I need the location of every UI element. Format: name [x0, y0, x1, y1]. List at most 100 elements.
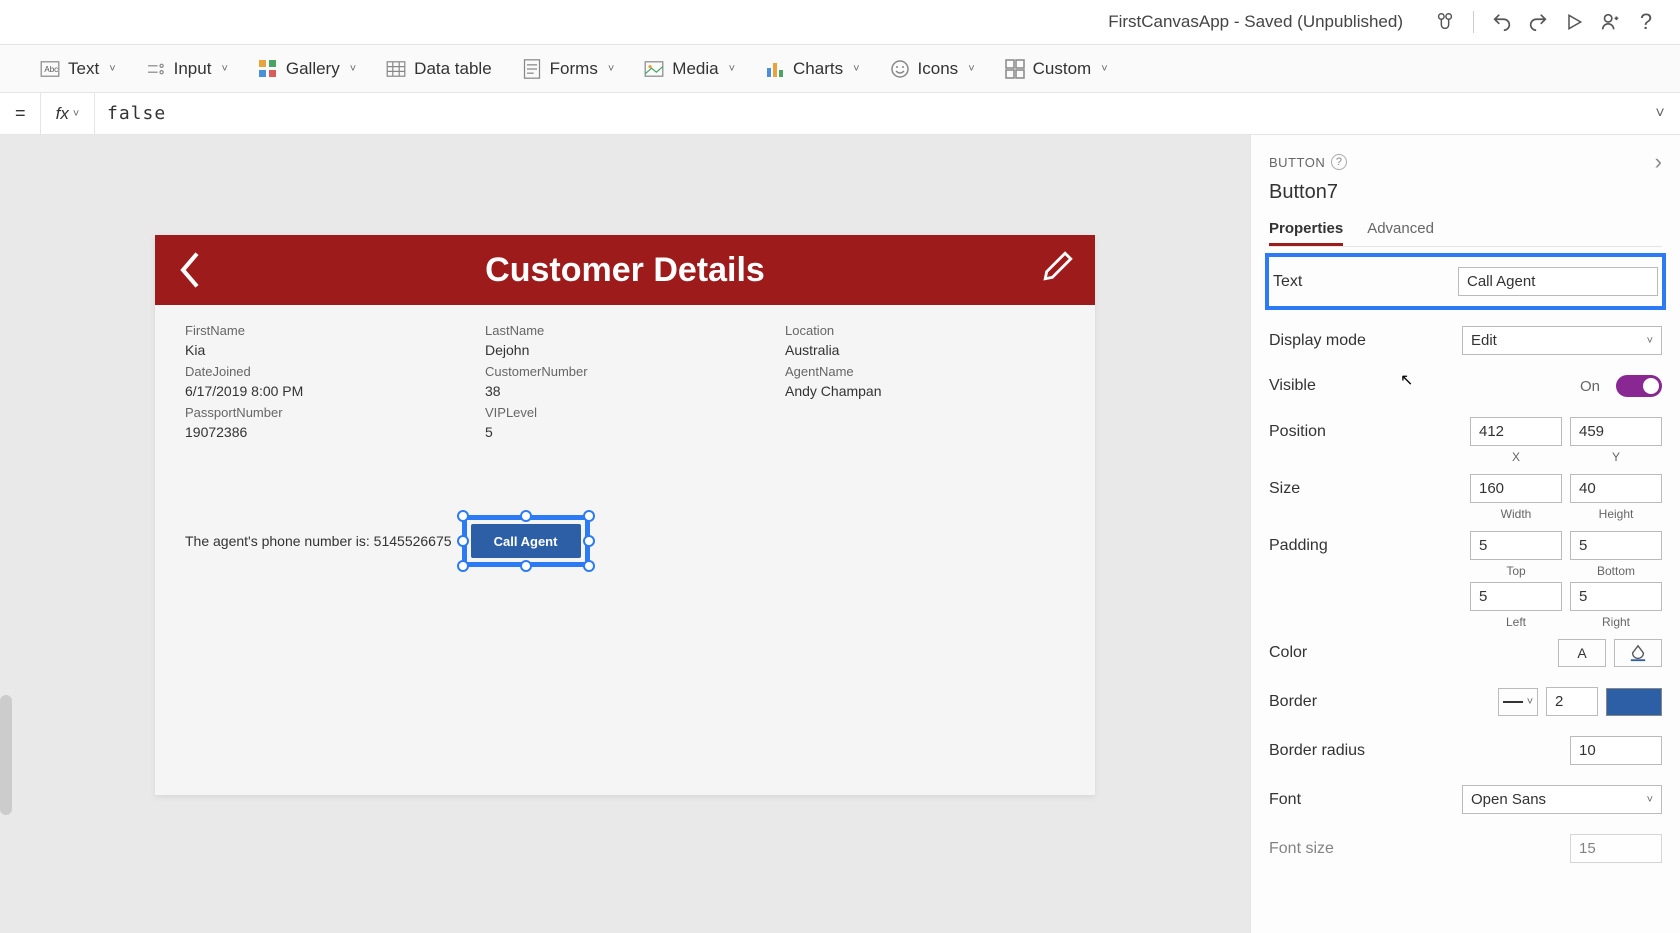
- color-label: Color: [1269, 644, 1307, 662]
- font-color-button[interactable]: A: [1558, 639, 1606, 667]
- font-size-input[interactable]: [1570, 834, 1662, 863]
- firstname-value: Kia: [185, 342, 465, 358]
- resize-handle[interactable]: [583, 510, 595, 522]
- resize-handle[interactable]: [583, 535, 595, 547]
- padding-label: Padding: [1269, 537, 1328, 555]
- formula-expand-icon[interactable]: ˅: [1640, 105, 1680, 123]
- prop-tabs: Properties Advanced: [1269, 214, 1662, 247]
- ribbon-gallery-label: Gallery: [286, 59, 340, 79]
- pad-right-input[interactable]: [1570, 582, 1662, 611]
- agentname-value: Andy Champan: [785, 383, 1065, 399]
- selected-control[interactable]: Call Agent: [462, 515, 590, 567]
- ribbon-media[interactable]: Media˅: [644, 59, 735, 79]
- passportnumber-label: PassportNumber: [185, 405, 465, 420]
- ribbon-charts-label: Charts: [793, 59, 843, 79]
- text-prop-label: Text: [1273, 273, 1302, 291]
- resize-handle[interactable]: [457, 560, 469, 572]
- height-input[interactable]: [1570, 474, 1662, 503]
- resize-handle[interactable]: [520, 510, 532, 522]
- ribbon-input-label: Input: [174, 59, 212, 79]
- visible-toggle[interactable]: [1616, 375, 1662, 397]
- right-sublabel: Right: [1570, 615, 1662, 629]
- ribbon-custom-label: Custom: [1033, 59, 1092, 79]
- agent-phone-text: The agent's phone number is: 5145526675: [185, 533, 452, 549]
- fill-color-button[interactable]: [1614, 639, 1662, 667]
- text-prop-input[interactable]: [1458, 267, 1658, 296]
- control-type: BUTTON ?: [1269, 154, 1347, 170]
- resize-handle[interactable]: [583, 560, 595, 572]
- visible-label: Visible: [1269, 377, 1316, 395]
- field-datejoined: DateJoined 6/17/2019 8:00 PM: [185, 364, 465, 399]
- border-radius-input[interactable]: [1570, 736, 1662, 765]
- ribbon-text-label: Text: [68, 59, 99, 79]
- media-icon: [644, 59, 664, 79]
- location-label: Location: [785, 323, 1065, 338]
- tab-properties[interactable]: Properties: [1269, 214, 1343, 246]
- tab-advanced[interactable]: Advanced: [1367, 214, 1434, 246]
- datejoined-label: DateJoined: [185, 364, 465, 379]
- play-icon[interactable]: [1560, 8, 1588, 36]
- bottom-sublabel: Bottom: [1570, 564, 1662, 578]
- ribbon-icons[interactable]: Icons˅: [890, 59, 975, 79]
- field-viplevel: VIPLevel 5: [485, 405, 765, 440]
- ribbon-forms[interactable]: Forms˅: [522, 59, 615, 79]
- health-icon[interactable]: [1431, 8, 1459, 36]
- border-color-swatch[interactable]: [1606, 688, 1662, 716]
- edit-icon[interactable]: [1041, 249, 1075, 283]
- border-style-select[interactable]: ˅: [1498, 688, 1538, 716]
- ribbon-gallery[interactable]: Gallery˅: [258, 59, 356, 79]
- ribbon-text[interactable]: Abc Text˅: [40, 59, 116, 79]
- ribbon-datatable-label: Data table: [414, 59, 492, 79]
- ribbon-input[interactable]: Input˅: [146, 59, 228, 79]
- field-location: Location Australia: [785, 323, 1065, 358]
- ribbon-forms-label: Forms: [550, 59, 598, 79]
- scrollbar[interactable]: [0, 695, 12, 815]
- details-grid: FirstName Kia LastName Dejohn Location A…: [155, 305, 1095, 458]
- font-select[interactable]: Open Sans˅: [1462, 785, 1662, 814]
- call-agent-button[interactable]: Call Agent: [471, 524, 581, 558]
- position-x-input[interactable]: [1470, 417, 1562, 446]
- field-agentname: AgentName Andy Champan: [785, 364, 1065, 399]
- visible-state: On: [1580, 378, 1600, 395]
- canvas-area[interactable]: Customer Details FirstName Kia LastName …: [0, 135, 1250, 933]
- pad-top-input[interactable]: [1470, 531, 1562, 560]
- agentname-label: AgentName: [785, 364, 1065, 379]
- position-y-input[interactable]: [1570, 417, 1662, 446]
- back-icon[interactable]: [175, 249, 205, 291]
- fx-button[interactable]: fx ˅: [40, 93, 95, 134]
- border-width-input[interactable]: [1546, 687, 1598, 716]
- control-name: Button7: [1269, 181, 1662, 204]
- agent-row: The agent's phone number is: 5145526675 …: [185, 515, 590, 567]
- passportnumber-value: 19072386: [185, 424, 465, 440]
- ribbon-media-label: Media: [672, 59, 718, 79]
- pad-bottom-input[interactable]: [1570, 531, 1662, 560]
- title-bar: FirstCanvasApp - Saved (Unpublished) ?: [0, 0, 1680, 45]
- pad-left-input[interactable]: [1470, 582, 1562, 611]
- width-input[interactable]: [1470, 474, 1562, 503]
- text-icon: Abc: [40, 59, 60, 79]
- border-radius-label: Border radius: [1269, 742, 1365, 760]
- datejoined-value: 6/17/2019 8:00 PM: [185, 383, 465, 399]
- resize-handle[interactable]: [457, 535, 469, 547]
- resize-handle[interactable]: [457, 510, 469, 522]
- icons-icon: [890, 59, 910, 79]
- font-label: Font: [1269, 791, 1301, 809]
- share-icon[interactable]: [1596, 8, 1624, 36]
- help-icon[interactable]: ?: [1632, 8, 1660, 36]
- undo-icon[interactable]: [1488, 8, 1516, 36]
- displaymode-select[interactable]: Edit˅: [1462, 326, 1662, 355]
- ribbon-custom[interactable]: Custom˅: [1005, 59, 1108, 79]
- x-sublabel: X: [1470, 450, 1562, 464]
- ribbon-datatable[interactable]: Data table: [386, 59, 492, 79]
- redo-icon[interactable]: [1524, 8, 1552, 36]
- resize-handle[interactable]: [520, 560, 532, 572]
- highlighted-row: Text: [1265, 253, 1666, 310]
- size-label: Size: [1269, 480, 1300, 498]
- lastname-value: Dejohn: [485, 342, 765, 358]
- formula-input[interactable]: false: [95, 93, 1640, 134]
- field-passportnumber: PassportNumber 19072386: [185, 405, 465, 440]
- help-icon[interactable]: ?: [1331, 154, 1347, 170]
- collapse-panel-icon[interactable]: ›: [1655, 149, 1662, 175]
- ribbon-charts[interactable]: Charts˅: [765, 59, 860, 79]
- left-sublabel: Left: [1470, 615, 1562, 629]
